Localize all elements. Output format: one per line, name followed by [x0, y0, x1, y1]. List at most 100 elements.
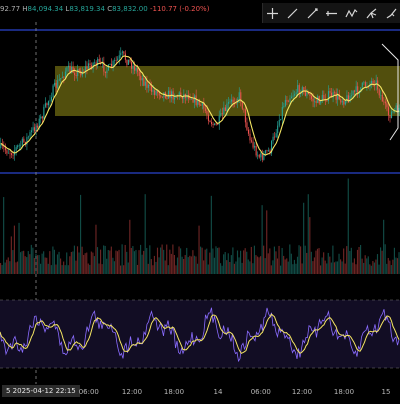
- candle-body: [252, 141, 254, 148]
- volume-bar: [346, 246, 348, 274]
- brush-tool-icon[interactable]: [384, 6, 399, 21]
- volume-bar: [173, 255, 175, 274]
- volume-bar: [144, 194, 146, 274]
- candle-body: [258, 154, 260, 158]
- volume-bar: [13, 225, 15, 274]
- volume-bar: [216, 247, 219, 274]
- volume-bar: [161, 244, 163, 274]
- candle-body: [283, 106, 285, 108]
- volume-bar: [246, 251, 248, 274]
- candle-body: [60, 78, 62, 80]
- volume-bar: [273, 246, 275, 274]
- volume-bar: [386, 263, 388, 274]
- horizontal-line-tool-icon[interactable]: [324, 6, 339, 21]
- volume-bar: [235, 261, 237, 274]
- time-tick-label: 12:00: [121, 388, 143, 396]
- time-axis[interactable]: 5 2025-04-12 22:15 06:00 12:00 18:00 14 06:0…: [0, 384, 400, 400]
- candle-body: [244, 109, 246, 123]
- volume-bar: [180, 248, 182, 274]
- volume-bar: [187, 257, 189, 274]
- candle-body: [223, 107, 225, 115]
- candle-body: [251, 140, 253, 142]
- crosshair-tool-icon[interactable]: [265, 6, 280, 21]
- volume-bar: [355, 264, 357, 274]
- volume-bar: [18, 222, 20, 274]
- volume-bar: [370, 265, 372, 274]
- candle-body: [326, 100, 328, 102]
- volume-bar: [29, 254, 31, 274]
- candle-body: [169, 90, 171, 99]
- volume-bar: [207, 264, 209, 274]
- trading-chart[interactable]: 92.77 H84,094.34 L83,819.34 C83,832.00 -…: [0, 0, 400, 400]
- candle-body: [21, 138, 23, 146]
- volume-bar: [89, 264, 91, 274]
- candle-body: [220, 113, 222, 116]
- candle-body: [255, 145, 257, 156]
- volume-bar: [27, 251, 29, 274]
- candle-body: [363, 82, 365, 83]
- volume-bar: [275, 251, 277, 274]
- candle-body: [46, 103, 48, 106]
- volume-bar: [9, 261, 11, 274]
- candle-body: [267, 150, 269, 152]
- candle-body: [291, 96, 293, 99]
- volume-bar: [78, 252, 80, 274]
- volume-bar: [126, 251, 128, 274]
- volume-bar: [349, 250, 351, 274]
- volume-bar: [332, 245, 334, 274]
- volume-bar: [229, 261, 231, 274]
- candle-body: [121, 51, 123, 53]
- volume-bar: [384, 244, 386, 274]
- volume-bar: [381, 250, 383, 274]
- path-tool-icon[interactable]: [344, 6, 359, 21]
- volume-bar: [260, 256, 262, 274]
- candle-body: [261, 153, 263, 160]
- candle-body: [364, 82, 366, 87]
- volume-bar: [241, 262, 243, 274]
- volume-bar: [38, 255, 40, 274]
- ohlc-low-value: 83,819.34: [69, 5, 105, 13]
- volume-bar: [287, 261, 289, 274]
- candle-body: [389, 115, 391, 119]
- volume-bar: [284, 259, 286, 274]
- candle-body: [129, 59, 131, 63]
- volume-bar: [140, 244, 142, 274]
- volume-bar: [172, 244, 174, 274]
- volume-bar: [218, 247, 220, 274]
- volume-bar: [398, 252, 400, 274]
- candle-body: [20, 145, 22, 146]
- volume-bar: [306, 252, 308, 274]
- candle-body: [212, 124, 214, 125]
- volume-bar: [146, 248, 148, 274]
- volume-bar: [336, 261, 339, 274]
- volume-bar: [118, 249, 120, 274]
- volume-bar: [269, 248, 271, 274]
- volume-bar: [300, 246, 302, 274]
- candle-body: [224, 107, 226, 112]
- volume-bar: [203, 260, 205, 274]
- pitchfork-tool-icon[interactable]: [364, 6, 379, 21]
- ray-tool-icon[interactable]: [305, 6, 320, 21]
- volume-bar: [290, 253, 292, 274]
- candle-body: [214, 123, 216, 125]
- trend-line-tool-icon[interactable]: [285, 6, 300, 21]
- candle-body: [306, 92, 308, 96]
- candle-body: [354, 90, 356, 92]
- volume-bar: [69, 256, 71, 274]
- candle-body: [371, 80, 373, 84]
- volume-bar: [163, 249, 165, 274]
- volume-bar: [72, 251, 74, 274]
- volume-bar: [212, 248, 214, 274]
- candle-body: [74, 72, 76, 76]
- candle-body: [137, 68, 139, 72]
- candle-body: [277, 125, 279, 134]
- volume-bar: [364, 255, 366, 274]
- candle-body: [211, 122, 213, 125]
- volume-bar: [0, 263, 2, 274]
- chart-canvas[interactable]: [0, 0, 400, 400]
- candle-body: [341, 101, 343, 103]
- candle-body: [47, 101, 49, 106]
- volume-bar: [103, 245, 105, 274]
- volume-bar: [383, 219, 385, 274]
- volume-bar: [338, 253, 340, 274]
